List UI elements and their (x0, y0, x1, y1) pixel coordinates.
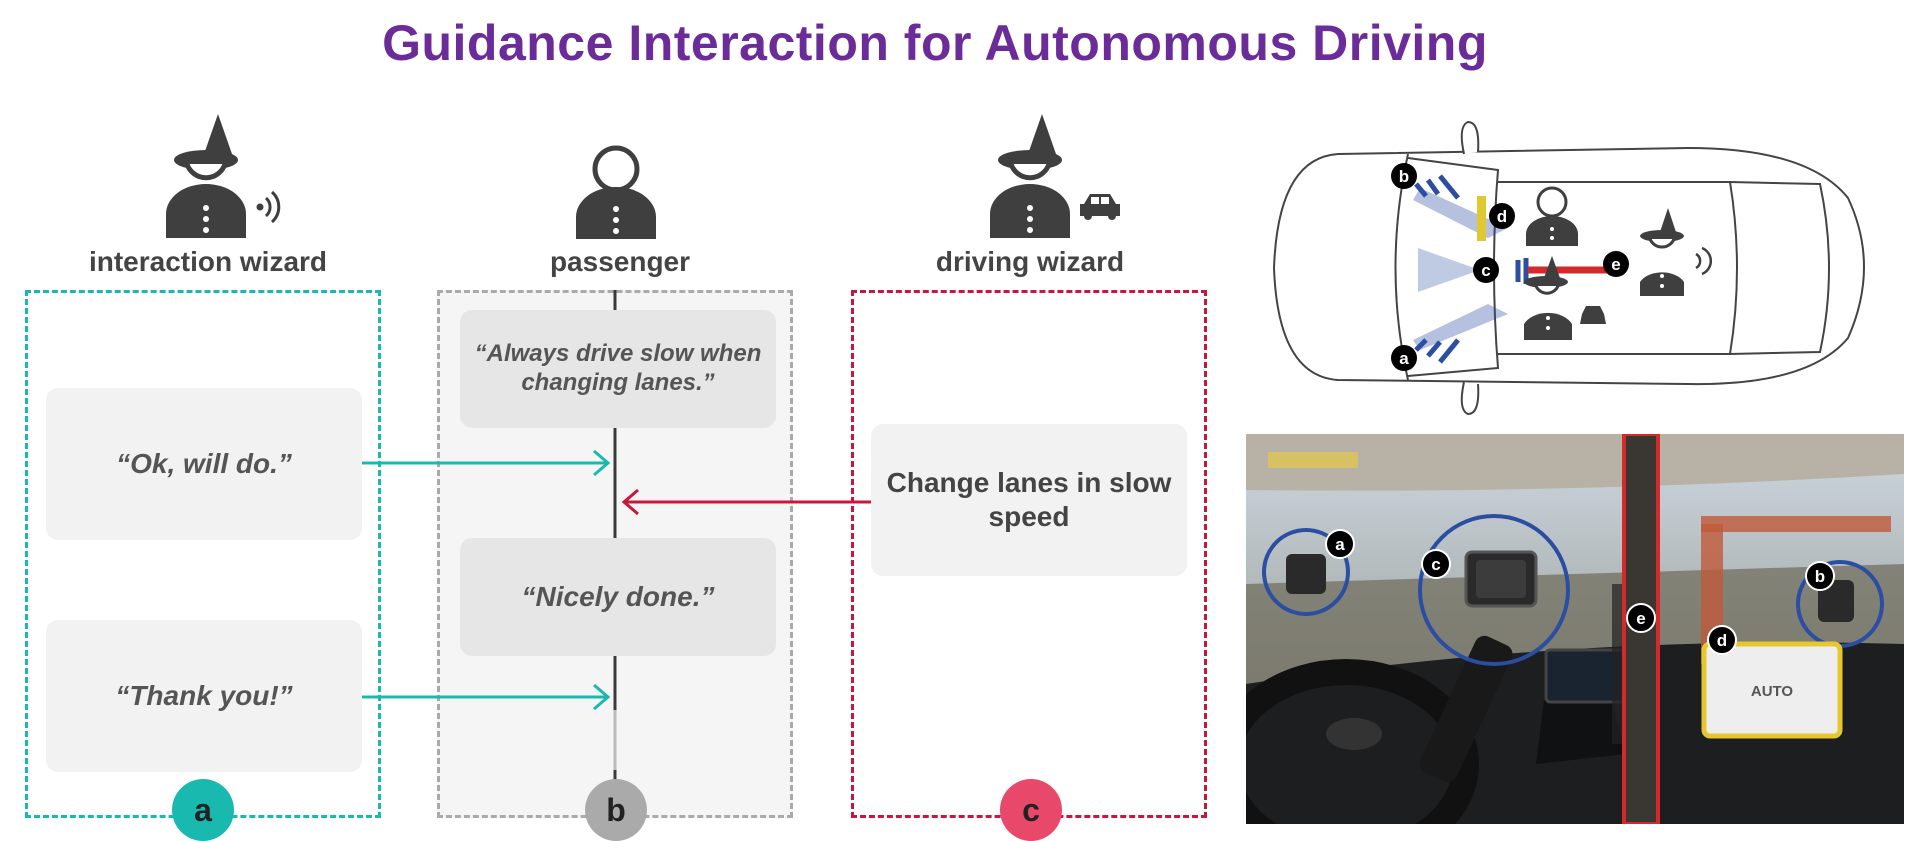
svg-text:d: d (1497, 207, 1507, 226)
svg-text:c: c (1431, 555, 1440, 574)
svg-text:e: e (1611, 255, 1620, 274)
svg-text:b: b (1815, 567, 1825, 586)
car-layout-diagram: b d c e a (1272, 120, 1865, 416)
car-marker-e: e (1603, 251, 1629, 277)
photo-marker-c: c (1421, 549, 1451, 579)
svg-text:a: a (1335, 535, 1345, 554)
svg-text:b: b (1399, 167, 1409, 186)
svg-text:e: e (1636, 609, 1645, 628)
message-nicely-done: “Nicely done.” (460, 538, 776, 656)
message-change-lanes: Change lanes in slow speed (871, 424, 1187, 576)
driving-wizard-icon (990, 114, 1120, 238)
message-ok-will-do: “Ok, will do.” (46, 388, 362, 540)
auto-screen-label: AUTO (1751, 683, 1794, 700)
page-title: Guidance Interaction for Autonomous Driv… (382, 15, 1488, 71)
message-thank-you: “Thank you!” (46, 620, 362, 772)
message-always-drive-slow: “Always drive slow when changing lanes.” (460, 310, 776, 428)
badge-c: c (1000, 779, 1062, 841)
photo-marker-d: d (1707, 625, 1737, 655)
svg-text:c: c (1481, 261, 1490, 280)
car-marker-c: c (1473, 257, 1499, 283)
photo-marker-e: e (1626, 603, 1656, 633)
photo-marker-b: b (1805, 561, 1835, 591)
car-marker-a: a (1391, 345, 1417, 371)
passenger-icon (576, 145, 656, 239)
car-marker-d: d (1489, 203, 1515, 229)
badge-a: a (172, 779, 234, 841)
driving-wizard-label: driving wizard (935, 246, 1125, 277)
car-icon (1080, 194, 1120, 220)
photo-marker-a: a (1325, 529, 1355, 559)
svg-text:a: a (1399, 349, 1409, 368)
interaction-wizard-label: interaction wizard (88, 246, 328, 277)
vehicle-interior-photo: AUTO a c e b d (1246, 434, 1904, 824)
interaction-wizard-icon (166, 114, 281, 238)
car-marker-b: b (1391, 163, 1417, 189)
passenger-label: passenger (549, 246, 691, 277)
svg-text:d: d (1717, 631, 1727, 650)
badge-b: b (585, 779, 647, 841)
